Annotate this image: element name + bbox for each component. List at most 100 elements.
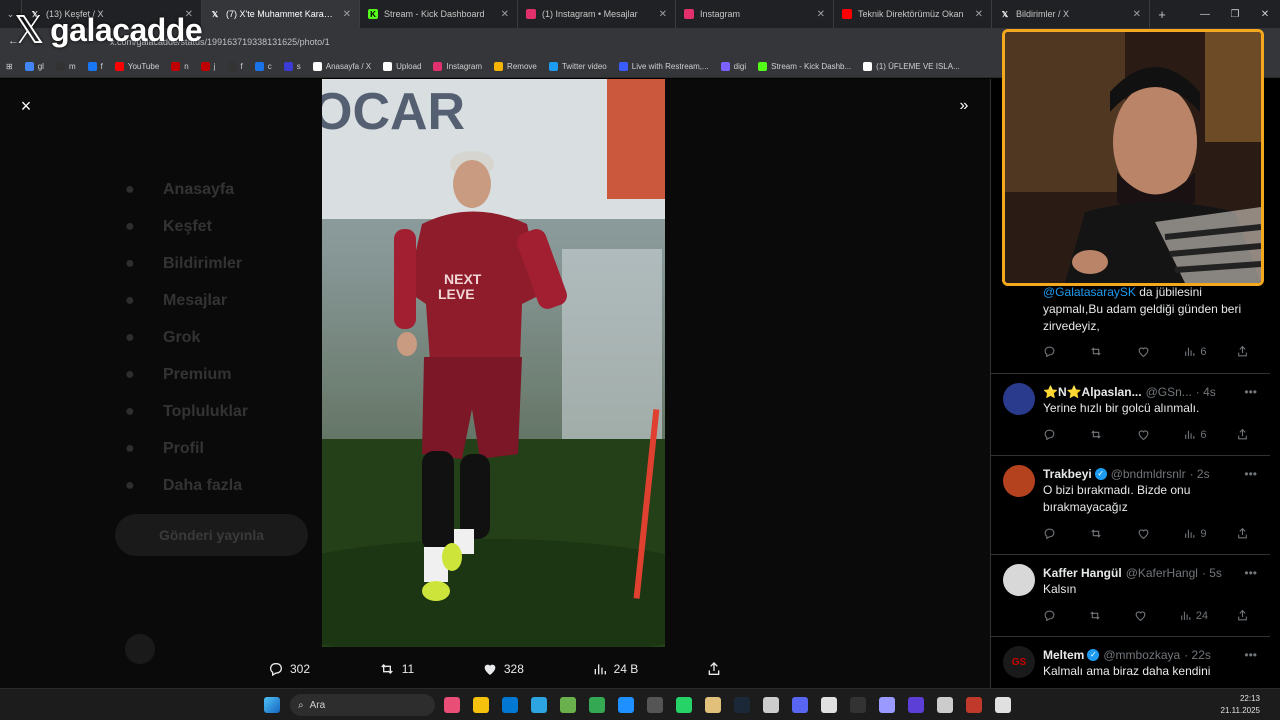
post-photo[interactable]: OCAR NEXT LEVE bbox=[322, 79, 665, 647]
bookmark-item[interactable]: Live with Restream,... bbox=[618, 62, 709, 71]
bookmark-item[interactable]: f bbox=[87, 62, 103, 71]
more-options-icon[interactable]: ••• bbox=[1244, 385, 1257, 399]
views-icon[interactable]: 6 bbox=[1183, 428, 1207, 441]
reply-icon[interactable] bbox=[1043, 428, 1060, 441]
tab-1[interactable]: 𝕏 (7) X'te Muhammet Karakoyun ✕ bbox=[202, 0, 360, 28]
taskbar-app-icon[interactable] bbox=[734, 697, 750, 713]
close-window-icon[interactable]: ✕ bbox=[1250, 9, 1280, 20]
tab-close-icon[interactable]: ✕ bbox=[975, 9, 983, 20]
taskbar-app-icon[interactable] bbox=[705, 697, 721, 713]
reply-author-name[interactable]: Trakbeyi bbox=[1043, 467, 1092, 481]
taskbar-app-icon[interactable] bbox=[618, 697, 634, 713]
taskbar-search[interactable]: ⌕ Ara bbox=[290, 694, 435, 716]
bookmark-item[interactable]: Instagram bbox=[433, 62, 482, 71]
taskbar-app-icon[interactable] bbox=[560, 697, 576, 713]
views-button[interactable]: 24 B bbox=[592, 661, 638, 677]
bookmark-item[interactable]: m bbox=[55, 62, 76, 71]
taskbar-app-icon[interactable] bbox=[792, 697, 808, 713]
taskbar-app-icon[interactable] bbox=[937, 697, 953, 713]
taskbar-app-icon[interactable] bbox=[676, 697, 692, 713]
repost-icon[interactable] bbox=[1089, 428, 1107, 441]
taskbar-app-icon[interactable] bbox=[850, 697, 866, 713]
heart-icon[interactable] bbox=[1137, 527, 1154, 540]
reply-icon[interactable] bbox=[1043, 345, 1060, 358]
views-icon[interactable]: 24 bbox=[1179, 609, 1208, 622]
windows-start-icon[interactable] bbox=[264, 697, 280, 713]
taskbar-app-icon[interactable] bbox=[879, 697, 895, 713]
tab-close-icon[interactable]: ✕ bbox=[817, 9, 825, 20]
avatar[interactable] bbox=[1003, 465, 1035, 497]
bookmark-item[interactable]: j bbox=[200, 62, 216, 71]
repost-button[interactable]: 11 bbox=[378, 661, 414, 677]
like-button[interactable]: 328 bbox=[482, 661, 524, 677]
taskbar-app-icon[interactable] bbox=[473, 697, 489, 713]
repost-icon[interactable] bbox=[1089, 345, 1107, 358]
taskbar-app-icon[interactable] bbox=[502, 697, 518, 713]
reply-time[interactable]: · 4s bbox=[1196, 385, 1216, 399]
heart-icon[interactable] bbox=[1137, 345, 1154, 358]
heart-icon[interactable] bbox=[1134, 609, 1151, 622]
reply-author-name[interactable]: ⭐N⭐Alpaslan... bbox=[1043, 385, 1142, 399]
maximize-icon[interactable]: ❐ bbox=[1220, 9, 1250, 20]
share-icon[interactable] bbox=[1236, 345, 1253, 358]
bookmark-item[interactable]: Stream - Kick Dashb... bbox=[758, 62, 851, 71]
taskbar-app-icon[interactable] bbox=[966, 697, 982, 713]
mention-link[interactable]: @GalatasaraySK bbox=[1043, 285, 1136, 299]
taskbar-app-icon[interactable] bbox=[531, 697, 547, 713]
heart-icon[interactable] bbox=[1137, 428, 1154, 441]
repost-icon[interactable] bbox=[1088, 609, 1106, 622]
share-icon[interactable] bbox=[1236, 609, 1253, 622]
close-icon[interactable]: × bbox=[16, 96, 36, 116]
bookmark-item[interactable]: (1) ÜFLEME VE ISLA... bbox=[863, 62, 960, 71]
tab-close-icon[interactable]: ✕ bbox=[501, 9, 509, 20]
more-options-icon[interactable]: ••• bbox=[1244, 467, 1257, 481]
bookmark-item[interactable]: s bbox=[283, 62, 301, 71]
reply-author-handle[interactable]: @mmbozkaya bbox=[1103, 648, 1180, 662]
reply-author-name[interactable]: Kaffer Hangül bbox=[1043, 566, 1122, 580]
reply-button[interactable]: 302 bbox=[268, 661, 310, 677]
bookmark-item[interactable]: f bbox=[227, 62, 243, 71]
avatar[interactable] bbox=[1003, 564, 1035, 596]
taskbar-app-icon[interactable] bbox=[763, 697, 779, 713]
taskbar-app-icon[interactable] bbox=[821, 697, 837, 713]
reply-item[interactable]: @GalatasaraySK da jübilesini yapmalı,Bu … bbox=[991, 279, 1270, 374]
bookmark-item[interactable]: c bbox=[254, 62, 272, 71]
apps-icon[interactable]: ⊞ bbox=[6, 62, 13, 71]
views-icon[interactable]: 6 bbox=[1183, 345, 1207, 358]
tab-4[interactable]: Instagram ✕ bbox=[676, 0, 834, 28]
more-options-icon[interactable]: ••• bbox=[1244, 648, 1257, 662]
tab-close-icon[interactable]: ✕ bbox=[343, 9, 351, 20]
bookmark-item[interactable]: Anasayfa / X bbox=[312, 62, 371, 71]
system-clock[interactable]: 22:13 21.11.2025 bbox=[1221, 693, 1260, 717]
taskbar-app-icon[interactable] bbox=[444, 697, 460, 713]
reply-icon[interactable] bbox=[1043, 609, 1060, 622]
taskbar-app-icon[interactable] bbox=[995, 697, 1011, 713]
reply-author-handle[interactable]: @bndmldrsnlr bbox=[1111, 467, 1186, 481]
share-button[interactable] bbox=[706, 661, 728, 677]
avatar[interactable] bbox=[1003, 383, 1035, 415]
avatar[interactable]: GS bbox=[1003, 646, 1035, 678]
reply-time[interactable]: · 5s bbox=[1202, 566, 1222, 580]
reply-item[interactable]: Trakbeyi ✓ @bndmldrsnlr · 2s ••• O bizi bırak… bbox=[991, 456, 1270, 555]
bookmark-item[interactable]: Upload bbox=[383, 62, 421, 71]
bookmark-item[interactable]: Remove bbox=[494, 62, 537, 71]
reply-time[interactable]: · 22s bbox=[1184, 648, 1211, 662]
new-tab-button[interactable]: + bbox=[1150, 0, 1174, 28]
reply-icon[interactable] bbox=[1043, 527, 1060, 540]
taskbar-app-icon[interactable] bbox=[908, 697, 924, 713]
bookmark-item[interactable]: gl bbox=[24, 62, 44, 71]
reply-author-handle[interactable]: @KaferHangl bbox=[1126, 566, 1198, 580]
bookmark-item[interactable]: Twitter video bbox=[548, 62, 607, 71]
tab-close-icon[interactable]: ✕ bbox=[659, 9, 667, 20]
reply-item[interactable]: GS Meltem ✓ @mmbozkaya · 22s ••• Kalmalı ama b… bbox=[991, 637, 1270, 688]
share-icon[interactable] bbox=[1236, 428, 1253, 441]
bookmark-item[interactable]: n bbox=[171, 62, 189, 71]
reply-author-name[interactable]: Meltem bbox=[1043, 648, 1084, 662]
reply-item[interactable]: Kaffer Hangül @KaferHangl · 5s ••• Kalsın 24 bbox=[991, 555, 1270, 637]
views-icon[interactable]: 9 bbox=[1183, 527, 1207, 540]
reply-time[interactable]: · 2s bbox=[1190, 467, 1210, 481]
tab-close-icon[interactable]: ✕ bbox=[1133, 9, 1141, 20]
tab-5[interactable]: Teknik Direktörümüz Okan ✕ bbox=[834, 0, 992, 28]
taskbar-app-icon[interactable] bbox=[589, 697, 605, 713]
tab-2[interactable]: K Stream - Kick Dashboard ✕ bbox=[360, 0, 518, 28]
